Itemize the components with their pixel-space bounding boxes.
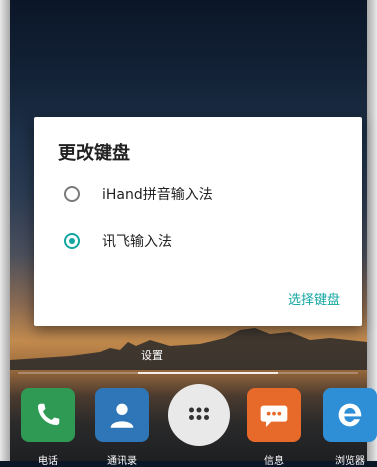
dock-app-contacts[interactable]: 通讯录 (92, 388, 152, 467)
keyboard-option-ihand[interactable]: iHand拼音输入法 (58, 179, 338, 209)
settings-shortcut-label[interactable]: 设置 (128, 347, 176, 363)
skyline-silhouette (10, 328, 367, 370)
page-indicator-active (138, 372, 278, 374)
dock: 电话 通讯录 信息 浏览器 (10, 378, 377, 467)
left-edge (0, 0, 10, 461)
dock-app-browser[interactable]: 浏览器 (320, 388, 377, 467)
browser-icon[interactable] (323, 388, 377, 442)
keyboard-option-label: 讯飞输入法 (102, 234, 172, 250)
dock-app-messages-label: 信息 (264, 456, 284, 467)
dock-app-phone[interactable]: 电话 (18, 388, 78, 467)
contacts-icon[interactable] (95, 388, 149, 442)
dock-app-drawer[interactable] (168, 384, 230, 446)
page-indicator (18, 372, 358, 374)
dock-app-phone-label: 电话 (38, 456, 58, 467)
dock-app-contacts-label: 通讯录 (107, 456, 137, 467)
keyboard-option-label: iHand拼音输入法 (102, 187, 213, 203)
dock-app-browser-label: 浏览器 (335, 456, 365, 467)
radio-button-unchecked[interactable] (64, 186, 80, 202)
dialog-title: 更改键盘 (58, 143, 130, 164)
radio-button-checked[interactable] (64, 233, 80, 249)
messages-icon[interactable] (247, 388, 301, 442)
choose-keyboard-button[interactable]: 选择键盘 (288, 289, 340, 308)
phone-icon[interactable] (21, 388, 75, 442)
dock-app-messages[interactable]: 信息 (244, 388, 304, 467)
change-keyboard-dialog: 更改键盘 iHand拼音输入法 讯飞输入法 选择键盘 (34, 117, 362, 326)
app-drawer-icon[interactable] (168, 384, 230, 446)
keyboard-option-xunfei[interactable]: 讯飞输入法 (58, 226, 338, 256)
